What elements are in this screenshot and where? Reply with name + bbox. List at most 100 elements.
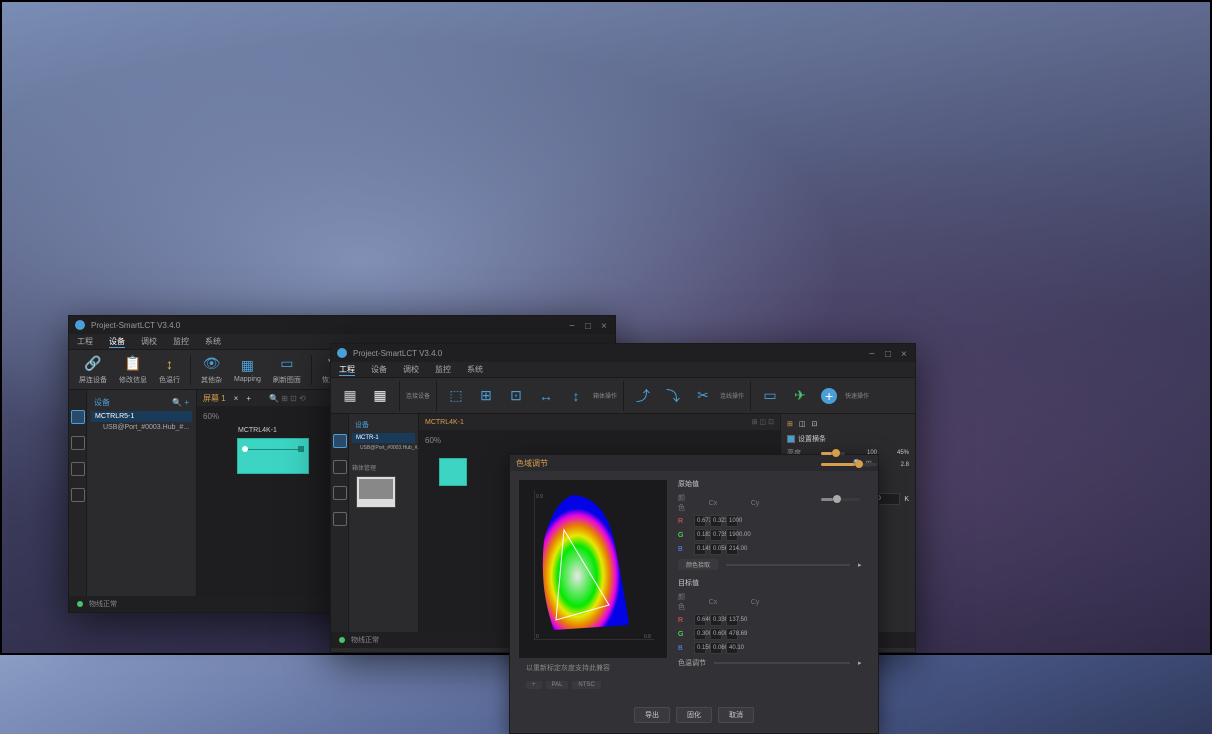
tgt-g-lv[interactable]: 478.69 <box>726 628 738 640</box>
rail-icon-2[interactable] <box>71 436 85 450</box>
orig-b-cy[interactable]: 0.0560 <box>710 543 722 555</box>
tree-root[interactable]: MCTRLR5-1 <box>91 411 192 422</box>
color-pick-button[interactable]: 颜色拾取 <box>678 559 718 570</box>
orig-r-cy[interactable]: 0.3230 <box>710 515 722 527</box>
tgt-r-cy[interactable]: 0.3300 <box>710 614 722 626</box>
window-title: Project-SmartLCT V3.4.0 <box>91 321 563 330</box>
rail-icon-1[interactable] <box>71 410 85 424</box>
gamut-pal-button[interactable]: PAL <box>546 681 569 689</box>
canvas-tab[interactable]: MCTRL4K-1 <box>425 419 464 426</box>
menu-adjust[interactable]: 调校 <box>403 364 419 375</box>
tool-cab-3[interactable]: ⊡ <box>503 385 529 407</box>
minimize-button[interactable]: − <box>569 321 577 329</box>
tool-mapping[interactable]: ▦Mapping <box>230 354 265 385</box>
menu-adjust[interactable]: 调校 <box>141 336 157 347</box>
canvas-tab[interactable]: 屏幕 1 <box>203 393 226 404</box>
tool-cab-4[interactable]: ↔ <box>533 385 559 407</box>
close-button[interactable]: × <box>601 321 609 329</box>
tool-cab-2[interactable]: ⊞ <box>473 385 499 407</box>
tool-misc[interactable]: 👁其他杂 <box>197 353 226 387</box>
tgt-r-cx[interactable]: 0.6400 <box>694 614 706 626</box>
cancel-button[interactable]: 取消 <box>718 707 754 723</box>
tool-quick-2[interactable]: ✈ <box>787 385 813 407</box>
tgt-b-lv[interactable]: 40.10 <box>726 642 738 654</box>
rail-icon-3[interactable] <box>333 486 347 500</box>
orig-g-cx[interactable]: 0.1830 <box>694 529 706 541</box>
rail-icon-3[interactable] <box>71 462 85 476</box>
orig-r-lv[interactable]: 1000 <box>726 515 738 527</box>
menu-system[interactable]: 系统 <box>205 336 221 347</box>
menu-device[interactable]: 设备 <box>109 336 125 348</box>
screen-cabinet[interactable]: MCTRL4K-1 <box>237 438 309 474</box>
canvas-area[interactable]: MCTRL4K-1 ⊞ ◫ ⊡ 60% 色域调节🔍 ⊞ <box>419 414 780 632</box>
orig-g-lv[interactable]: 1900.00 <box>726 529 738 541</box>
rail-icon-1[interactable] <box>333 434 347 448</box>
status-dot-icon <box>77 601 83 607</box>
cabinet-thumbnail[interactable] <box>356 476 396 508</box>
prop-tab-icon[interactable]: ◫ <box>799 420 806 428</box>
orig-b-cx[interactable]: 0.1490 <box>694 543 706 555</box>
maximize-button[interactable]: □ <box>885 349 893 357</box>
close-button[interactable]: × <box>901 349 909 357</box>
tool-refresh[interactable]: ▭刷新图面 <box>269 353 305 387</box>
menu-device[interactable]: 设备 <box>371 364 387 375</box>
toolbar-group-label: 快速操作 <box>845 391 869 400</box>
orig-r-cx[interactable]: 0.6720 <box>694 515 706 527</box>
menu-project[interactable]: 工程 <box>339 364 355 376</box>
screen-label: MCTRL4K-1 <box>238 427 277 434</box>
tool-wire-2[interactable]: ⤵ <box>660 385 686 407</box>
tool-grid-light[interactable]: ▦ <box>367 385 393 407</box>
tgt-g-cx[interactable]: 0.3000 <box>694 628 706 640</box>
export-button[interactable]: 导出 <box>634 707 670 723</box>
tgt-b-cy[interactable]: 0.0600 <box>710 642 722 654</box>
tool-edit-info[interactable]: 📋修改信息 <box>115 353 151 387</box>
maximize-button[interactable]: □ <box>585 321 593 329</box>
brightness-slider[interactable] <box>821 452 845 455</box>
tool-wire-1[interactable]: ⤴ <box>630 385 656 407</box>
tree-child[interactable]: USB@Port_#0003.Hub_#... <box>352 443 415 453</box>
group-toggle[interactable] <box>787 435 795 443</box>
colortemp-slider[interactable] <box>821 498 860 501</box>
minimize-button[interactable]: − <box>869 349 877 357</box>
tool-wire-3[interactable]: ✂ <box>690 385 716 407</box>
tab-close-icon[interactable]: × <box>234 394 239 403</box>
save-button[interactable]: 固化 <box>676 707 712 723</box>
rail-icon-2[interactable] <box>333 460 347 474</box>
tgt-b-cx[interactable]: 0.1500 <box>694 642 706 654</box>
titlebar[interactable]: Project-SmartLCT V3.4.0 − □ × <box>69 316 615 334</box>
gamut-ntsc-button[interactable]: NTSC <box>572 681 600 689</box>
orig-b-lv[interactable]: 214.00 <box>726 543 738 555</box>
gamut-add-button[interactable]: + <box>526 681 542 689</box>
menu-monitor[interactable]: 监控 <box>173 336 189 347</box>
cie-chromaticity-chart[interactable]: 0.9 0 0.8 <box>518 479 668 659</box>
rail-icon-4[interactable] <box>71 488 85 502</box>
tool-connect-device[interactable]: 🔗屏连设备 <box>75 353 111 387</box>
menu-system[interactable]: 系统 <box>467 364 483 375</box>
screen-cabinet[interactable] <box>439 458 467 486</box>
menubar: 工程 设备 调校 监控 系统 <box>331 362 915 378</box>
tree-child[interactable]: USB@Port_#0003.Hub_#... <box>91 422 192 433</box>
tool-quick-1[interactable]: ▭ <box>757 385 783 407</box>
tgt-r-lv[interactable]: 137.50 <box>726 614 738 626</box>
menu-project[interactable]: 工程 <box>77 336 93 347</box>
tgt-g-cy[interactable]: 0.6000 <box>710 628 722 640</box>
tool-cab-1[interactable]: ⬚ <box>443 385 469 407</box>
temp-adjust-label: 色温调节 <box>678 658 706 668</box>
tab-add-icon[interactable]: + <box>246 394 251 403</box>
orig-values-header: 原始值 <box>678 479 870 489</box>
svg-text:0.8: 0.8 <box>644 634 651 640</box>
tool-grid-dark[interactable]: ▦ <box>337 385 363 407</box>
tree-root[interactable]: MCTR-1 <box>352 433 415 443</box>
menu-monitor[interactable]: 监控 <box>435 364 451 375</box>
gamma-slider[interactable] <box>821 463 877 466</box>
prop-tab-icon[interactable]: ⊞ <box>787 420 793 428</box>
prop-tab-icon[interactable]: ⊡ <box>812 420 818 428</box>
tool-color-temp[interactable]: ↕色温行 <box>155 353 184 387</box>
tool-cab-5[interactable]: ↕ <box>563 385 589 407</box>
titlebar[interactable]: Project-SmartLCT V3.4.0 − □ × <box>331 344 915 362</box>
orig-g-cy[interactable]: 0.7350 <box>710 529 722 541</box>
tool-quick-3[interactable]: + <box>817 386 841 406</box>
toolbar: ▦ ▦ 连接设备 ⬚ ⊞ ⊡ ↔ ↕ 箱体操作 ⤴ ⤵ ✂ 连线操作 ▭ ✈ +… <box>331 378 915 414</box>
zoom-label: 60% <box>425 436 441 445</box>
rail-icon-4[interactable] <box>333 512 347 526</box>
